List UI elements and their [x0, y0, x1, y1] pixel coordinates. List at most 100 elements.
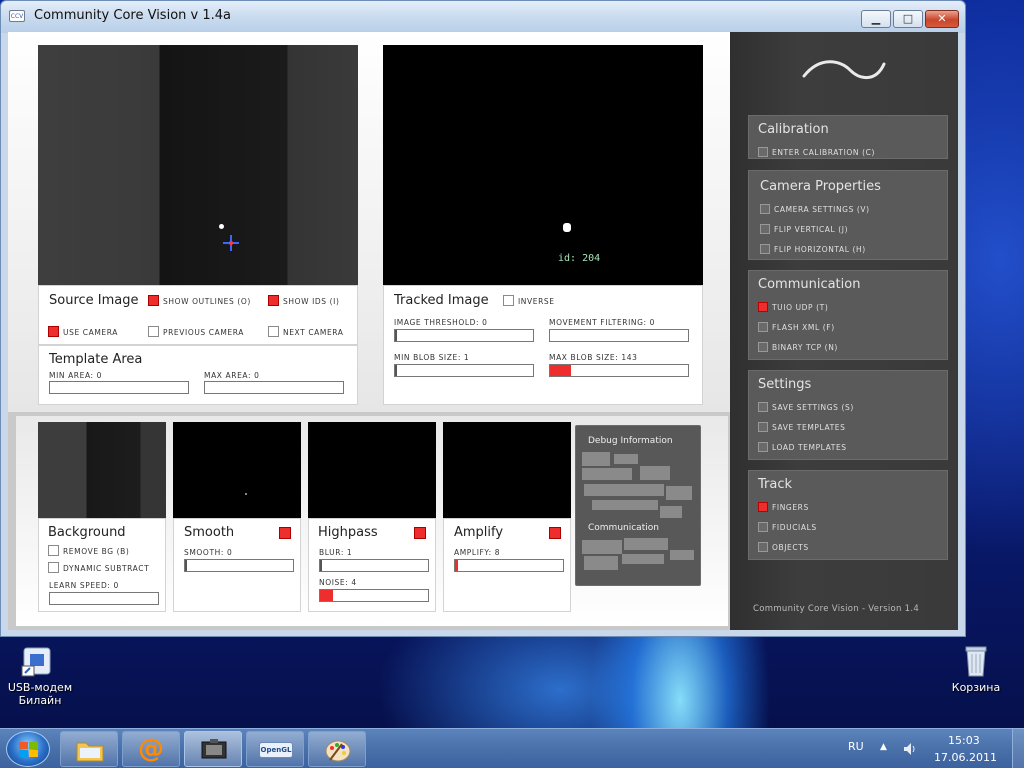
tuio-udp-checkbox[interactable]	[758, 302, 768, 312]
tuio-udp-label: tuio udp (t)	[772, 303, 829, 312]
max-blob-slider[interactable]	[549, 364, 689, 377]
dynamic-subtract-label: dynamic subtract	[63, 564, 150, 573]
max-blob-fill	[550, 365, 571, 376]
show-outlines-label: show outlines (o)	[163, 297, 251, 306]
source-camera-view[interactable]	[38, 45, 358, 285]
version-footer: Community Core Vision - Version 1.4	[753, 604, 920, 614]
flash-xml-checkbox[interactable]	[758, 322, 768, 332]
calibration-title: Calibration	[758, 122, 829, 137]
previous-camera-checkbox[interactable]	[148, 326, 159, 337]
blur-slider[interactable]	[319, 559, 429, 572]
learn-speed-label: learn speed: 0	[49, 581, 119, 590]
background-title: Background	[48, 525, 126, 540]
camera-settings-label: camera settings (v)	[774, 205, 870, 214]
paint-taskbar-button[interactable]	[308, 731, 366, 767]
show-outlines-checkbox[interactable]	[148, 295, 159, 306]
show-hidden-icons-icon[interactable]: ▲	[880, 742, 887, 752]
enter-calibration-checkbox[interactable]	[758, 147, 768, 157]
min-blob-slider[interactable]	[394, 364, 534, 377]
objects-label: objects	[772, 543, 809, 552]
flip-vertical-checkbox[interactable]	[760, 224, 770, 234]
blur-label: blur: 1	[319, 548, 353, 557]
inverse-label: inverse	[518, 297, 555, 306]
close-button[interactable]: ✕	[925, 10, 959, 28]
track-title: Track	[758, 477, 793, 492]
recycle-bin-label[interactable]: Корзина	[946, 681, 1006, 694]
clock-time[interactable]: 15:03	[948, 734, 980, 747]
mail-at-icon: @	[138, 734, 164, 764]
next-camera-checkbox[interactable]	[268, 326, 279, 337]
mail-taskbar-button[interactable]: @	[122, 731, 180, 767]
app-icon: CCV	[9, 10, 25, 22]
smooth-enable-checkbox[interactable]	[279, 527, 291, 539]
start-button[interactable]	[6, 731, 50, 767]
save-settings-checkbox[interactable]	[758, 402, 768, 412]
debug-communication-block	[582, 538, 694, 574]
maximize-icon: □	[902, 12, 914, 25]
language-indicator[interactable]: RU	[848, 740, 864, 753]
explorer-taskbar-button[interactable]	[60, 731, 118, 767]
amplify-slider[interactable]	[454, 559, 564, 572]
learn-speed-slider[interactable]	[49, 592, 159, 605]
usb-modem-icon[interactable]	[18, 646, 62, 680]
recycle-bin-icon[interactable]	[962, 644, 990, 678]
max-blob-label: max blob size: 143	[549, 353, 638, 362]
amplify-preview	[443, 422, 571, 518]
remove-bg-checkbox[interactable]	[48, 545, 59, 556]
save-templates-checkbox[interactable]	[758, 422, 768, 432]
smooth-point	[245, 493, 247, 495]
folder-icon	[76, 742, 104, 762]
noise-slider[interactable]	[319, 589, 429, 602]
show-ids-label: show ids (i)	[283, 297, 340, 306]
show-desktop-button[interactable]	[1012, 729, 1024, 768]
title-bar[interactable]: CCV Community Core Vision v 1.4a ▁ □ ✕	[1, 1, 965, 33]
camera-properties-title: Camera Properties	[760, 179, 881, 194]
tracked-image-view[interactable]: id: 204	[383, 45, 703, 285]
min-blob-label: min blob size: 1	[394, 353, 470, 362]
noise-label: noise: 4	[319, 578, 357, 587]
highpass-title: Highpass	[318, 525, 378, 540]
dynamic-subtract-checkbox[interactable]	[48, 562, 59, 573]
next-camera-label: next camera	[283, 328, 344, 337]
flash-xml-label: flash xml (f)	[772, 323, 835, 332]
taskbar: @ OpenGL RU ▲ 15:03 17.06.2011	[0, 728, 1024, 768]
maximize-button[interactable]: □	[893, 10, 923, 28]
tracked-blob	[563, 223, 571, 232]
amplify-enable-checkbox[interactable]	[549, 527, 561, 539]
min-area-slider[interactable]	[49, 381, 189, 394]
fiducials-checkbox[interactable]	[758, 522, 768, 532]
image-threshold-slider[interactable]	[394, 329, 534, 342]
tracked-title: Tracked Image	[394, 293, 489, 308]
inverse-checkbox[interactable]	[503, 295, 514, 306]
image-threshold-label: image threshold: 0	[394, 318, 488, 327]
use-camera-label: use camera	[63, 328, 118, 337]
movement-filtering-label: movement filtering: 0	[549, 318, 656, 327]
use-camera-checkbox[interactable]	[48, 326, 59, 337]
load-templates-checkbox[interactable]	[758, 442, 768, 452]
save-settings-label: save settings (s)	[772, 403, 854, 412]
show-ids-checkbox[interactable]	[268, 295, 279, 306]
debug-communication-title: Communication	[588, 523, 659, 533]
highpass-enable-checkbox[interactable]	[414, 527, 426, 539]
usb-modem-label[interactable]: USB-модем Билайн	[0, 681, 80, 707]
camera-settings-checkbox[interactable]	[760, 204, 770, 214]
clock-date[interactable]: 17.06.2011	[934, 751, 997, 764]
ccv-taskbar-button[interactable]	[184, 731, 242, 767]
minimize-button[interactable]: ▁	[861, 10, 891, 28]
fingers-checkbox[interactable]	[758, 502, 768, 512]
source-title: Source Image	[49, 293, 139, 308]
objects-checkbox[interactable]	[758, 542, 768, 552]
smooth-slider[interactable]	[184, 559, 294, 572]
paint-palette-icon	[325, 740, 351, 762]
smooth-label: smooth: 0	[184, 548, 233, 557]
close-icon: ✕	[937, 12, 947, 25]
movement-filtering-slider[interactable]	[549, 329, 689, 342]
volume-icon[interactable]	[902, 741, 918, 757]
binary-tcp-checkbox[interactable]	[758, 342, 768, 352]
debug-panel: Debug Information Communication	[575, 425, 701, 586]
max-area-slider[interactable]	[204, 381, 344, 394]
minimize-icon: ▁	[871, 12, 881, 25]
flip-horizontal-checkbox[interactable]	[760, 244, 770, 254]
opengl-taskbar-button[interactable]: OpenGL	[246, 731, 304, 767]
debug-title: Debug Information	[588, 436, 673, 446]
